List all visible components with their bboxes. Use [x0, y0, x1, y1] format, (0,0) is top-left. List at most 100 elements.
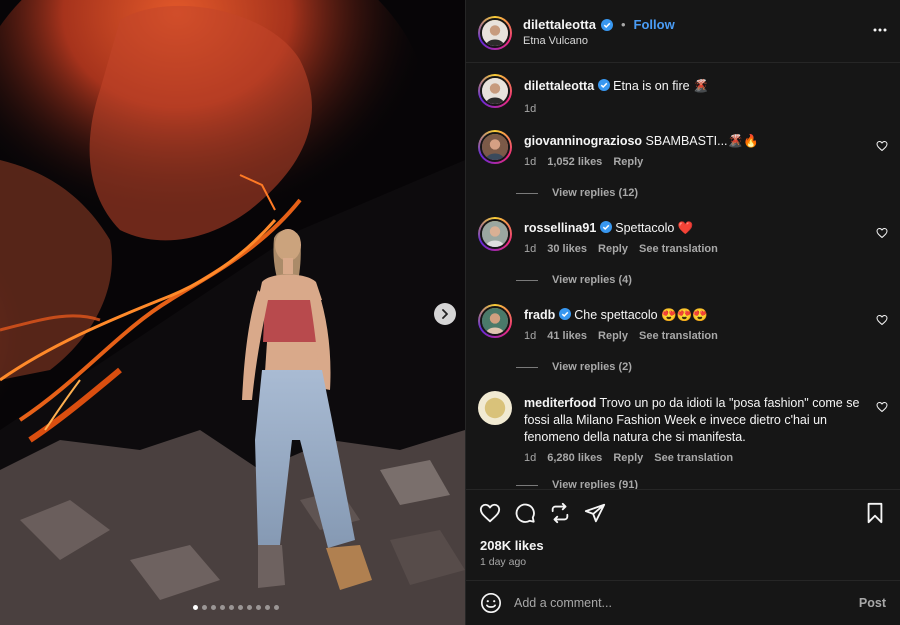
comment-time: 1d: [524, 156, 537, 168]
carousel-dot: [247, 605, 252, 610]
post-timestamp: 1 day ago: [480, 556, 527, 568]
post-header: dilettaleotta • Follow Etna Vulcano: [466, 0, 900, 63]
reply-button[interactable]: Reply: [598, 241, 628, 258]
comment-time: 1d: [524, 243, 537, 255]
comment-username[interactable]: fradb: [524, 308, 555, 322]
caption-body: dilettaleotta Etna is on fire 🌋 1d: [524, 78, 864, 118]
view-replies-label: View replies (2): [552, 361, 632, 373]
comment-avatar-image: [482, 308, 508, 334]
comment-username[interactable]: giovanninograzioso: [524, 134, 642, 148]
comment-avatar-image: [478, 391, 512, 425]
comment-body: giovanninograzioso SBAMBASTI...🌋🔥 1d 1,0…: [524, 133, 864, 171]
see-translation-button[interactable]: See translation: [639, 241, 718, 258]
comment-text: Spettacolo ❤️: [615, 221, 694, 235]
author-username[interactable]: dilettaleotta: [523, 17, 596, 32]
like-heart-icon[interactable]: [479, 502, 501, 524]
post-likes-count[interactable]: 208K likes: [480, 538, 544, 553]
follow-button[interactable]: Follow: [634, 17, 675, 32]
comment-likes[interactable]: 6,280 likes: [547, 450, 602, 467]
comment-bubble-icon[interactable]: [514, 502, 536, 524]
comment-time: 1d: [524, 452, 537, 464]
comment-text: SBAMBASTI...🌋🔥: [645, 134, 759, 148]
view-replies-button[interactable]: View replies (91): [516, 479, 638, 489]
like-comment-heart-icon[interactable]: [876, 140, 888, 152]
comment-meta: 1d 6,280 likes Reply See translation: [524, 450, 864, 467]
comment-avatar[interactable]: [478, 391, 512, 425]
view-replies-label: View replies (12): [552, 187, 639, 199]
view-replies-button[interactable]: View replies (4): [516, 274, 632, 286]
carousel-dot: [256, 605, 261, 610]
comment-meta: 1d 1,052 likes Reply: [524, 154, 864, 171]
caption-avatar-image: [482, 78, 508, 104]
comment-body: fradb Che spettacolo 😍😍😍 1d 41 likes Rep…: [524, 307, 864, 345]
more-options-icon[interactable]: [872, 22, 888, 38]
verified-badge-icon: [599, 221, 612, 233]
comment-avatar-image: [482, 134, 508, 160]
header-user-row: dilettaleotta • Follow: [523, 17, 675, 32]
post-side-panel: dilettaleotta • Follow Etna Vulcano dile: [465, 0, 900, 625]
reply-button[interactable]: Reply: [598, 328, 628, 345]
caption-avatar[interactable]: [478, 74, 512, 108]
post-photo: [0, 0, 465, 625]
caption-time: 1d: [524, 103, 537, 115]
caption-username[interactable]: dilettaleotta: [524, 79, 594, 93]
carousel-dot: [265, 605, 270, 610]
chevron-right-icon: [442, 309, 448, 319]
comment-likes[interactable]: 1,052 likes: [547, 154, 602, 171]
share-paper-plane-icon[interactable]: [584, 502, 606, 524]
comment-avatar-image: [482, 221, 508, 247]
author-avatar-image: [482, 20, 508, 46]
comment-meta: 1d 41 likes Reply See translation: [524, 328, 864, 345]
see-translation-button[interactable]: See translation: [654, 450, 733, 467]
like-comment-heart-icon[interactable]: [876, 314, 888, 326]
comment-text: Che spettacolo 😍😍😍: [574, 308, 708, 322]
reply-button[interactable]: Reply: [613, 154, 643, 171]
carousel-dot: [220, 605, 225, 610]
comment-username[interactable]: rossellina91: [524, 221, 596, 235]
comment-likes[interactable]: 30 likes: [547, 241, 587, 258]
caption-meta: 1d: [524, 101, 864, 118]
comments-list[interactable]: dilettaleotta Etna is on fire 🌋 1d giova…: [466, 64, 900, 489]
comment-username[interactable]: mediterfood: [524, 396, 596, 410]
replies-divider: [516, 192, 538, 194]
reply-button[interactable]: Reply: [613, 450, 643, 467]
view-replies-button[interactable]: View replies (12): [516, 187, 638, 199]
carousel-dot: [274, 605, 279, 610]
carousel-dot: [211, 605, 216, 610]
view-replies-button[interactable]: View replies (2): [516, 361, 632, 373]
comment-composer: Post: [466, 580, 900, 625]
carousel-dot: [229, 605, 234, 610]
header-separator: •: [620, 17, 626, 32]
view-replies-label: View replies (4): [552, 274, 632, 286]
carousel-dot: [238, 605, 243, 610]
verified-badge-icon: [600, 18, 613, 31]
view-replies-label: View replies (91): [552, 479, 639, 489]
caption-text: Etna is on fire 🌋: [613, 79, 709, 93]
replies-divider: [516, 366, 538, 368]
emoji-icon[interactable]: [480, 592, 502, 614]
comment-meta: 1d 30 likes Reply See translation: [524, 241, 864, 258]
repost-icon[interactable]: [549, 502, 571, 524]
see-translation-button[interactable]: See translation: [639, 328, 718, 345]
comment-body: rossellina91 Spettacolo ❤️ 1d 30 likes R…: [524, 220, 864, 258]
comment-time: 1d: [524, 330, 537, 342]
comment-avatar[interactable]: [478, 130, 512, 164]
verified-badge-icon: [558, 308, 571, 320]
post-media[interactable]: [0, 0, 465, 625]
next-slide-button[interactable]: [434, 303, 456, 325]
author-avatar[interactable]: [478, 16, 512, 50]
comment-avatar[interactable]: [478, 217, 512, 251]
replies-divider: [516, 279, 538, 281]
like-comment-heart-icon[interactable]: [876, 401, 888, 413]
carousel-indicator: [193, 605, 279, 610]
post-location[interactable]: Etna Vulcano: [523, 35, 588, 47]
comment-avatar[interactable]: [478, 304, 512, 338]
like-comment-heart-icon[interactable]: [876, 227, 888, 239]
save-bookmark-icon[interactable]: [864, 502, 886, 524]
post-comment-button[interactable]: Post: [859, 596, 886, 610]
carousel-dot: [202, 605, 207, 610]
post-actions: 208K likes 1 day ago: [466, 489, 900, 573]
add-comment-input[interactable]: [514, 592, 834, 614]
carousel-dot: [193, 605, 198, 610]
comment-likes[interactable]: 41 likes: [547, 328, 587, 345]
